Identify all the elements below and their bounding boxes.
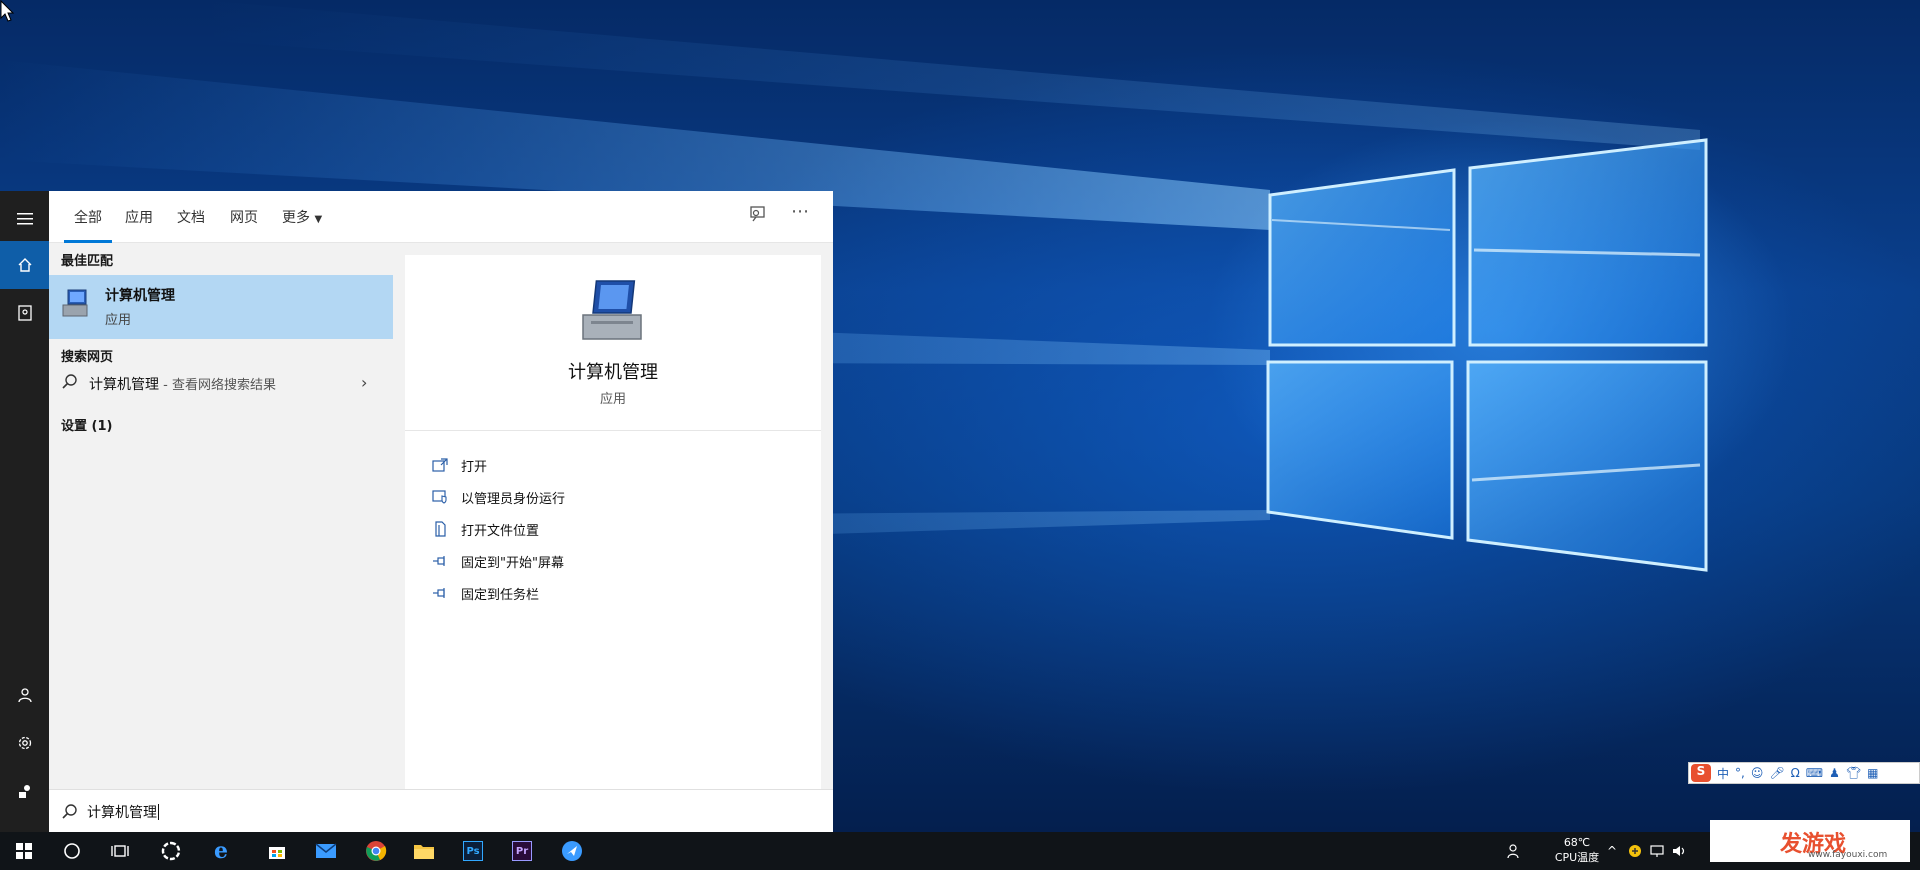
search-icon: [62, 374, 77, 389]
app-icon[interactable]: [147, 832, 195, 870]
action-pin-to-taskbar[interactable]: 固定到任务栏: [427, 581, 807, 605]
user-icon[interactable]: ♟: [1829, 766, 1840, 780]
more-options-icon[interactable]: ⋯: [791, 201, 809, 222]
watermark-url: www.fayouxi.com: [1808, 850, 1888, 860]
photoshop-icon[interactable]: Ps: [449, 832, 497, 870]
feedback-icon[interactable]: [0, 767, 49, 815]
ime-punct-toggle[interactable]: °,: [1735, 766, 1745, 780]
search-input[interactable]: 计算机管理: [87, 802, 159, 822]
action-run-as-admin-label: 以管理员身份运行: [461, 491, 566, 507]
file-explorer-icon[interactable]: [400, 832, 448, 870]
app-tray-icon[interactable]: [1624, 832, 1646, 870]
task-view-icon[interactable]: [96, 832, 144, 870]
search-panel: 全部 应用 文档 网页 更多 ▼ ⋯ 最佳匹配 计算机管理 应用 搜索网页 计算…: [49, 191, 833, 832]
mail-icon[interactable]: [302, 832, 350, 870]
account-icon[interactable]: [0, 671, 49, 719]
tab-more[interactable]: 更多 ▼: [282, 207, 322, 243]
chrome-icon[interactable]: [352, 832, 400, 870]
best-match-subtitle: 应用: [105, 313, 132, 328]
best-match-title: 计算机管理: [105, 288, 175, 304]
action-open-file-location-label: 打开文件位置: [461, 523, 540, 539]
cortana-icon[interactable]: [48, 832, 96, 870]
cpu-temperature-label: CPU温度: [1554, 851, 1600, 864]
windows-start-icon[interactable]: [0, 832, 48, 870]
best-match-item[interactable]: 计算机管理 应用: [49, 275, 393, 339]
detail-app-type: 应用: [599, 392, 626, 407]
cpu-temperature[interactable]: 68℃ CPU温度: [1548, 835, 1606, 865]
search-tabs: 全部 应用 文档 网页 更多 ▼ ⋯: [49, 191, 833, 243]
ime-language-toggle[interactable]: 中: [1717, 765, 1729, 782]
action-open-label: 打开: [461, 459, 488, 475]
cpu-temperature-value: 68℃: [1563, 836, 1591, 849]
web-search-query: 计算机管理: [89, 377, 159, 393]
action-pin-to-taskbar-label: 固定到任务栏: [461, 587, 540, 603]
best-match-header: 最佳匹配: [61, 254, 114, 269]
volume-icon[interactable]: [1668, 832, 1690, 870]
tab-all[interactable]: 全部: [64, 207, 112, 243]
tab-web[interactable]: 网页: [230, 207, 258, 243]
premiere-icon[interactable]: Pr: [498, 832, 546, 870]
detail-card: 计算机管理 应用 打开 以管理员身份运行 打开文件位置 固定到"开始"屏幕 固定…: [405, 255, 821, 789]
headphone-icon[interactable]: Ω: [1791, 766, 1800, 780]
pin-icon: [427, 584, 453, 602]
open-icon: [427, 456, 453, 474]
detail-app-name: 计算机管理: [568, 362, 658, 383]
computer-management-icon: [582, 280, 642, 340]
people-icon[interactable]: [1500, 832, 1530, 870]
action-run-as-admin[interactable]: 以管理员身份运行: [427, 485, 807, 509]
internet-explorer-icon[interactable]: e: [197, 832, 245, 870]
action-open[interactable]: 打开: [427, 453, 807, 477]
skin-icon[interactable]: 👕︎: [1846, 766, 1861, 780]
tab-apps[interactable]: 应用: [125, 207, 153, 243]
action-pin-to-start-label: 固定到"开始"屏幕: [461, 555, 564, 571]
taskbar: e Ps Pr 68℃ CPU温度 ^: [0, 832, 1920, 870]
action-pin-to-start[interactable]: 固定到"开始"屏幕: [427, 549, 807, 573]
settings-header[interactable]: 设置 (1): [61, 415, 112, 434]
action-open-file-location[interactable]: 打开文件位置: [427, 517, 807, 541]
chevron-up-icon[interactable]: ^: [1600, 832, 1624, 870]
emoji-icon[interactable]: ☺: [1751, 766, 1764, 780]
ime-toolbar: S 中 °, ☺ 🎤︎ Ω ⌨ ♟ 👕︎ ▦: [1688, 762, 1920, 784]
hamburger-menu-icon[interactable]: [0, 195, 49, 243]
toolbox-icon[interactable]: ▦: [1867, 766, 1878, 780]
notebook-icon[interactable]: [0, 289, 49, 337]
mouse-cursor-icon: [0, 0, 15, 22]
file-location-icon: [427, 520, 453, 538]
web-search-header: 搜索网页: [61, 350, 114, 365]
tab-docs[interactable]: 文档: [177, 207, 205, 243]
chevron-down-icon: ▼: [314, 214, 323, 225]
sogou-logo-icon[interactable]: S: [1691, 764, 1711, 782]
pin-icon: [427, 552, 453, 570]
store-icon[interactable]: [253, 832, 301, 870]
web-search-hint: - 查看网络搜索结果: [159, 378, 276, 393]
network-icon[interactable]: [1646, 832, 1668, 870]
tab-more-label: 更多: [282, 210, 310, 226]
text-caret: [158, 804, 159, 820]
start-rail: [0, 191, 49, 832]
feather-app-icon[interactable]: [548, 832, 596, 870]
search-icon: [62, 804, 77, 819]
watermark-logo: 发游戏 www.fayouxi.com: [1710, 820, 1910, 862]
home-icon[interactable]: [0, 241, 49, 289]
search-box[interactable]: 计算机管理: [49, 789, 833, 832]
feedback-icon[interactable]: [749, 205, 767, 227]
results-list: 最佳匹配 计算机管理 应用 搜索网页 计算机管理 - 查看网络搜索结果 › 设置…: [49, 243, 393, 789]
settings-icon[interactable]: [0, 719, 49, 767]
chevron-right-icon: ›: [361, 373, 368, 392]
shield-icon: [427, 488, 453, 506]
computer-management-icon: [62, 289, 88, 317]
detail-header: 计算机管理 应用: [405, 255, 821, 431]
keyboard-icon[interactable]: ⌨: [1806, 766, 1823, 780]
search-input-value: 计算机管理: [87, 805, 157, 821]
microphone-icon[interactable]: 🎤︎: [1769, 766, 1784, 780]
web-search-item[interactable]: 计算机管理 - 查看网络搜索结果 ›: [49, 367, 393, 399]
